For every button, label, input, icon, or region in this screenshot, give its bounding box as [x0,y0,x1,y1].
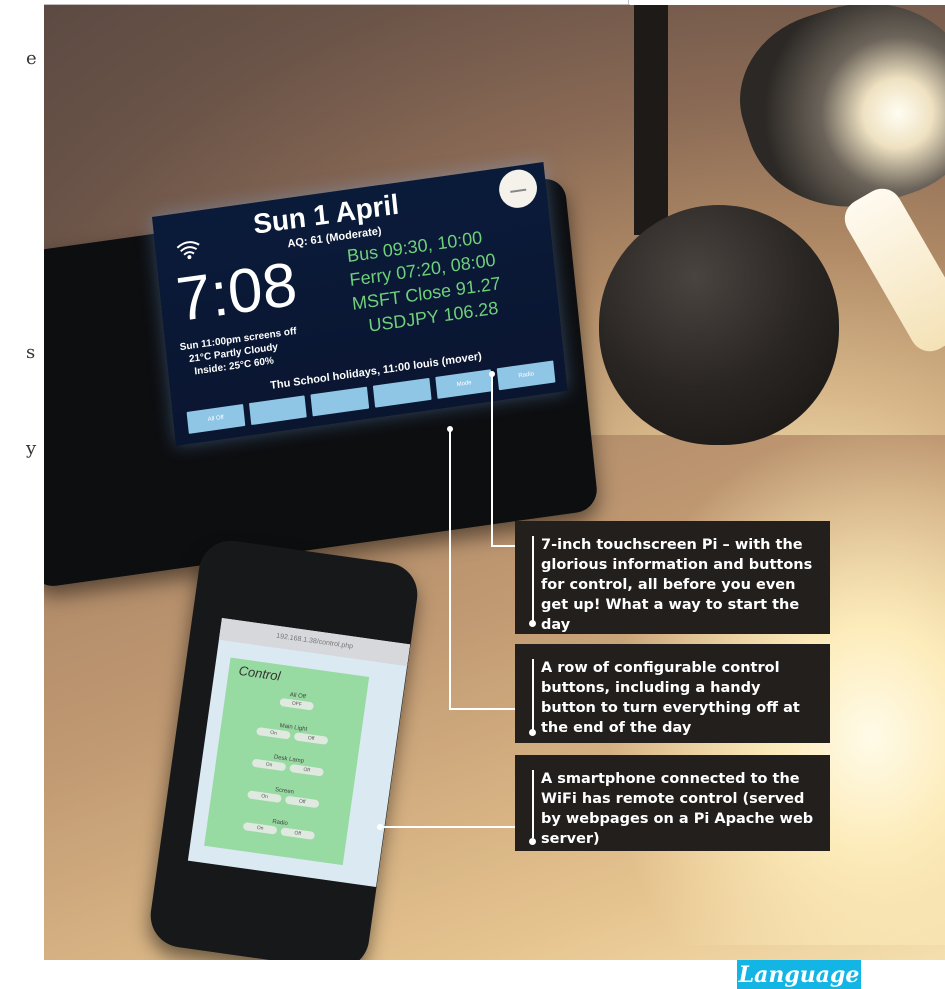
screen-button[interactable] [372,377,432,408]
callout-bullet [529,729,536,736]
wifi-icon [176,241,200,260]
control-row: Screen OnOff [233,781,334,811]
screen-button[interactable] [310,386,370,417]
callout-touchscreen: 7-inch touchscreen Pi – with the gloriou… [515,521,830,634]
callout-bullet [529,620,536,627]
section-badge-text: Language [738,962,860,988]
callout-control-buttons: A row of configurable control buttons, i… [515,644,830,743]
cut-off-letter: y [26,438,37,459]
phone-screen: 192.168.1.38/control.php Control All Off… [187,617,411,888]
control-row: All Off OFF [246,686,347,716]
face-icon [497,167,539,211]
screen-button[interactable] [248,395,308,426]
callout-text: A row of configurable control buttons, i… [541,660,800,736]
lamp-base [599,205,839,445]
callout-rule [532,659,534,730]
phone-control-panel: Control All Off OFF Main Light OnOff Des… [204,657,370,866]
cut-off-letter: s [26,342,36,363]
screen-button[interactable]: Mode [434,369,494,399]
screen-clock: 7:08 [173,249,301,336]
callout-leader-line [449,429,451,709]
screen-button[interactable]: Radio [497,360,556,391]
section-badge: Language [737,960,861,989]
control-row: Main Light OnOff [242,718,343,748]
control-row: Desk Lamp OnOff [238,750,339,780]
callout-smartphone: A smartphone connected to the WiFi has r… [515,755,830,851]
lamp-neck [634,5,668,235]
callout-leader-line [491,374,493,546]
lamp-head [718,5,945,236]
screen-button[interactable]: All Off [186,404,246,434]
callout-rule [532,536,534,621]
callout-text: A smartphone connected to the WiFi has r… [541,771,814,847]
callout-leader-line [380,826,527,828]
callout-rule [532,770,534,838]
left-text-column: e s y [0,0,44,989]
control-panel-title: Control [237,662,282,684]
callout-bullet [529,838,536,845]
control-row: Radio OnOff [229,813,330,843]
lamp-bulb-glow [837,181,945,359]
cut-off-letter: e [26,48,37,69]
callout-text: 7-inch touchscreen Pi – with the gloriou… [541,537,813,633]
